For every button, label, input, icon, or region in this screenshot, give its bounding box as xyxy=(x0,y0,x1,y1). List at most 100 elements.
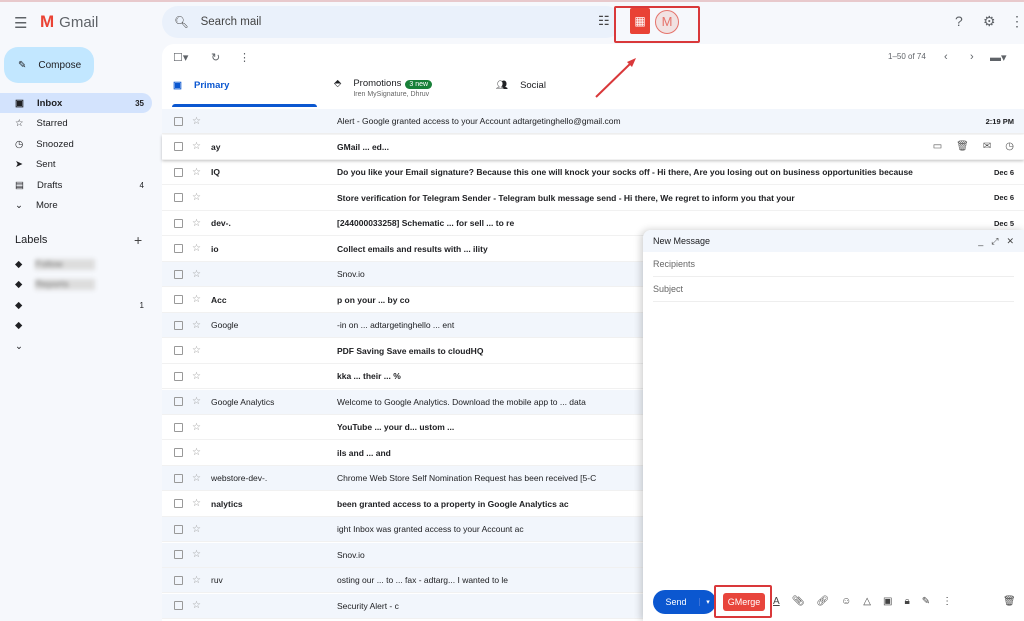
star-icon[interactable]: ☆ xyxy=(192,371,201,382)
email-row[interactable]: ☆ Store verification for Telegram Sender … xyxy=(162,186,1024,211)
label-item[interactable]: ◆ Reports xyxy=(0,275,152,295)
row-checkbox[interactable] xyxy=(174,346,183,355)
label-name: Reports xyxy=(35,279,96,290)
sidebar-item-drafts[interactable]: ▤ Drafts 4 xyxy=(0,175,152,195)
label-item[interactable]: ⌄ xyxy=(0,336,152,356)
send-button[interactable]: Send ▾ xyxy=(653,590,716,614)
star-icon[interactable]: ☆ xyxy=(192,116,201,127)
density-icon[interactable]: ▬▾ xyxy=(990,51,1007,64)
email-row[interactable]: ☆ ay GMail ... ed... ▭ 🗑︎ ✉ ◷ xyxy=(162,134,1024,160)
row-checkbox[interactable] xyxy=(174,550,183,559)
email-row[interactable]: ☆ Alert - Google granted access to your A… xyxy=(162,109,1024,134)
recipients-field[interactable]: Recipients xyxy=(653,252,1014,277)
signature-icon[interactable]: ✎ xyxy=(922,596,930,607)
snooze-icon[interactable]: ◷ xyxy=(1005,141,1014,152)
row-checkbox[interactable] xyxy=(174,575,183,585)
apps-grid-icon[interactable]: ⋮⋮ xyxy=(1010,13,1024,30)
add-label-icon[interactable]: + xyxy=(134,232,142,248)
label-item[interactable]: ◆ Follow xyxy=(0,254,152,274)
star-icon[interactable]: ☆ xyxy=(192,549,201,560)
star-icon[interactable]: ☆ xyxy=(192,498,201,509)
sidebar-item-starred[interactable]: ☆ Starred xyxy=(0,114,152,134)
row-checkbox[interactable] xyxy=(174,116,183,126)
label-item[interactable]: ◆ 1 xyxy=(0,295,152,315)
more-options-icon[interactable]: ⋮ xyxy=(239,51,250,64)
mark-read-icon[interactable]: ✉ xyxy=(983,141,991,152)
sheets-extension-icon[interactable]: ▦ xyxy=(630,8,650,34)
star-icon[interactable]: ☆ xyxy=(192,218,201,229)
star-icon[interactable]: ☆ xyxy=(192,473,201,484)
star-icon[interactable]: ☆ xyxy=(192,345,201,356)
star-icon[interactable]: ☆ xyxy=(192,243,201,254)
row-checkbox[interactable] xyxy=(174,448,183,457)
main-menu-icon[interactable]: ☰ xyxy=(14,14,27,32)
star-icon[interactable]: ☆ xyxy=(192,167,201,178)
row-checkbox[interactable] xyxy=(174,218,183,228)
sidebar-item-more[interactable]: ⌄ More xyxy=(0,196,152,216)
discard-draft-icon[interactable]: 🗑︎ xyxy=(1003,596,1016,607)
text-format-icon[interactable]: A xyxy=(773,596,780,607)
photo-icon[interactable]: ▣ xyxy=(883,596,892,607)
more-options-icon[interactable]: ⋮ xyxy=(942,596,952,607)
sidebar-item-sent[interactable]: ➤ Sent xyxy=(0,155,152,175)
next-page-icon[interactable]: › xyxy=(970,51,974,63)
compose-header: New Message _ ⤢ ✕ xyxy=(643,230,1024,252)
row-checkbox[interactable] xyxy=(174,397,183,406)
refresh-icon[interactable]: ↻ xyxy=(211,51,220,64)
row-checkbox[interactable] xyxy=(174,499,183,508)
email-row[interactable]: ☆ IQ Do you like your Email signature? Bec… xyxy=(162,160,1024,185)
delete-icon[interactable]: 🗑︎ xyxy=(956,141,969,152)
row-checkbox[interactable] xyxy=(174,142,183,151)
drive-icon[interactable]: △ xyxy=(863,596,871,607)
minimize-icon[interactable]: _ xyxy=(978,236,983,247)
tab-social[interactable]: 👥︎ Social xyxy=(496,80,546,91)
tab-promotions[interactable]: ⬘ Promotions 3 new Iren MySignature, Dhruv xyxy=(334,78,433,98)
gmail-logo[interactable]: M Gmail xyxy=(40,12,98,32)
star-icon[interactable]: ☆ xyxy=(192,447,201,458)
row-checkbox[interactable] xyxy=(174,601,183,610)
message-body[interactable] xyxy=(653,310,1014,580)
row-checkbox[interactable] xyxy=(174,244,183,253)
row-checkbox[interactable] xyxy=(174,524,183,534)
emoji-icon[interactable]: ☺ xyxy=(841,596,851,607)
row-checkbox[interactable] xyxy=(174,422,183,432)
expand-icon[interactable]: ⤢ xyxy=(991,236,998,247)
search-bar[interactable]: 🔍︎ Search mail xyxy=(162,6,622,38)
sidebar-item-inbox[interactable]: ▣ Inbox 35 xyxy=(0,93,152,113)
row-checkbox[interactable] xyxy=(174,193,183,202)
row-checkbox[interactable] xyxy=(174,295,183,304)
row-checkbox[interactable] xyxy=(174,167,183,177)
star-icon[interactable]: ☆ xyxy=(192,192,201,203)
row-checkbox[interactable] xyxy=(174,473,183,483)
subject-field[interactable]: Subject xyxy=(653,277,1014,302)
star-icon[interactable]: ☆ xyxy=(192,575,201,586)
sidebar-item-snoozed[interactable]: ◷ Snoozed xyxy=(0,134,152,154)
gmerge-button[interactable]: GMerge xyxy=(723,593,765,611)
label-item[interactable]: ◆ xyxy=(0,316,152,336)
star-icon[interactable]: ☆ xyxy=(192,524,201,535)
star-icon[interactable]: ☆ xyxy=(192,422,201,433)
row-checkbox[interactable] xyxy=(174,269,183,279)
star-icon[interactable]: ☆ xyxy=(192,600,201,611)
archive-icon[interactable]: ▭ xyxy=(933,141,942,152)
settings-icon[interactable]: ⚙ xyxy=(983,13,996,30)
star-icon[interactable]: ☆ xyxy=(192,141,201,152)
link-icon[interactable]: 🔗︎ xyxy=(816,596,829,607)
attach-icon[interactable]: 📎︎ xyxy=(792,596,805,607)
search-options-icon[interactable]: ☷ xyxy=(598,13,610,29)
star-icon[interactable]: ☆ xyxy=(192,396,201,407)
row-checkbox[interactable] xyxy=(174,371,183,381)
gmerge-extension-icon[interactable]: M xyxy=(655,10,679,34)
star-icon[interactable]: ☆ xyxy=(192,294,201,305)
row-checkbox[interactable] xyxy=(174,320,183,330)
compose-button[interactable]: ✎ Compose xyxy=(4,47,94,83)
confidential-icon[interactable]: 🔒︎ xyxy=(904,596,909,607)
close-icon[interactable]: ✕ xyxy=(1006,236,1014,247)
search-input[interactable]: Search mail xyxy=(201,16,262,28)
tab-primary[interactable]: ▣ Primary xyxy=(173,80,229,91)
star-icon[interactable]: ☆ xyxy=(192,269,201,280)
select-all-checkbox[interactable]: ☐▾ xyxy=(173,51,188,64)
prev-page-icon[interactable]: ‹ xyxy=(944,51,948,63)
help-icon[interactable]: ? xyxy=(955,13,963,29)
star-icon[interactable]: ☆ xyxy=(192,320,201,331)
